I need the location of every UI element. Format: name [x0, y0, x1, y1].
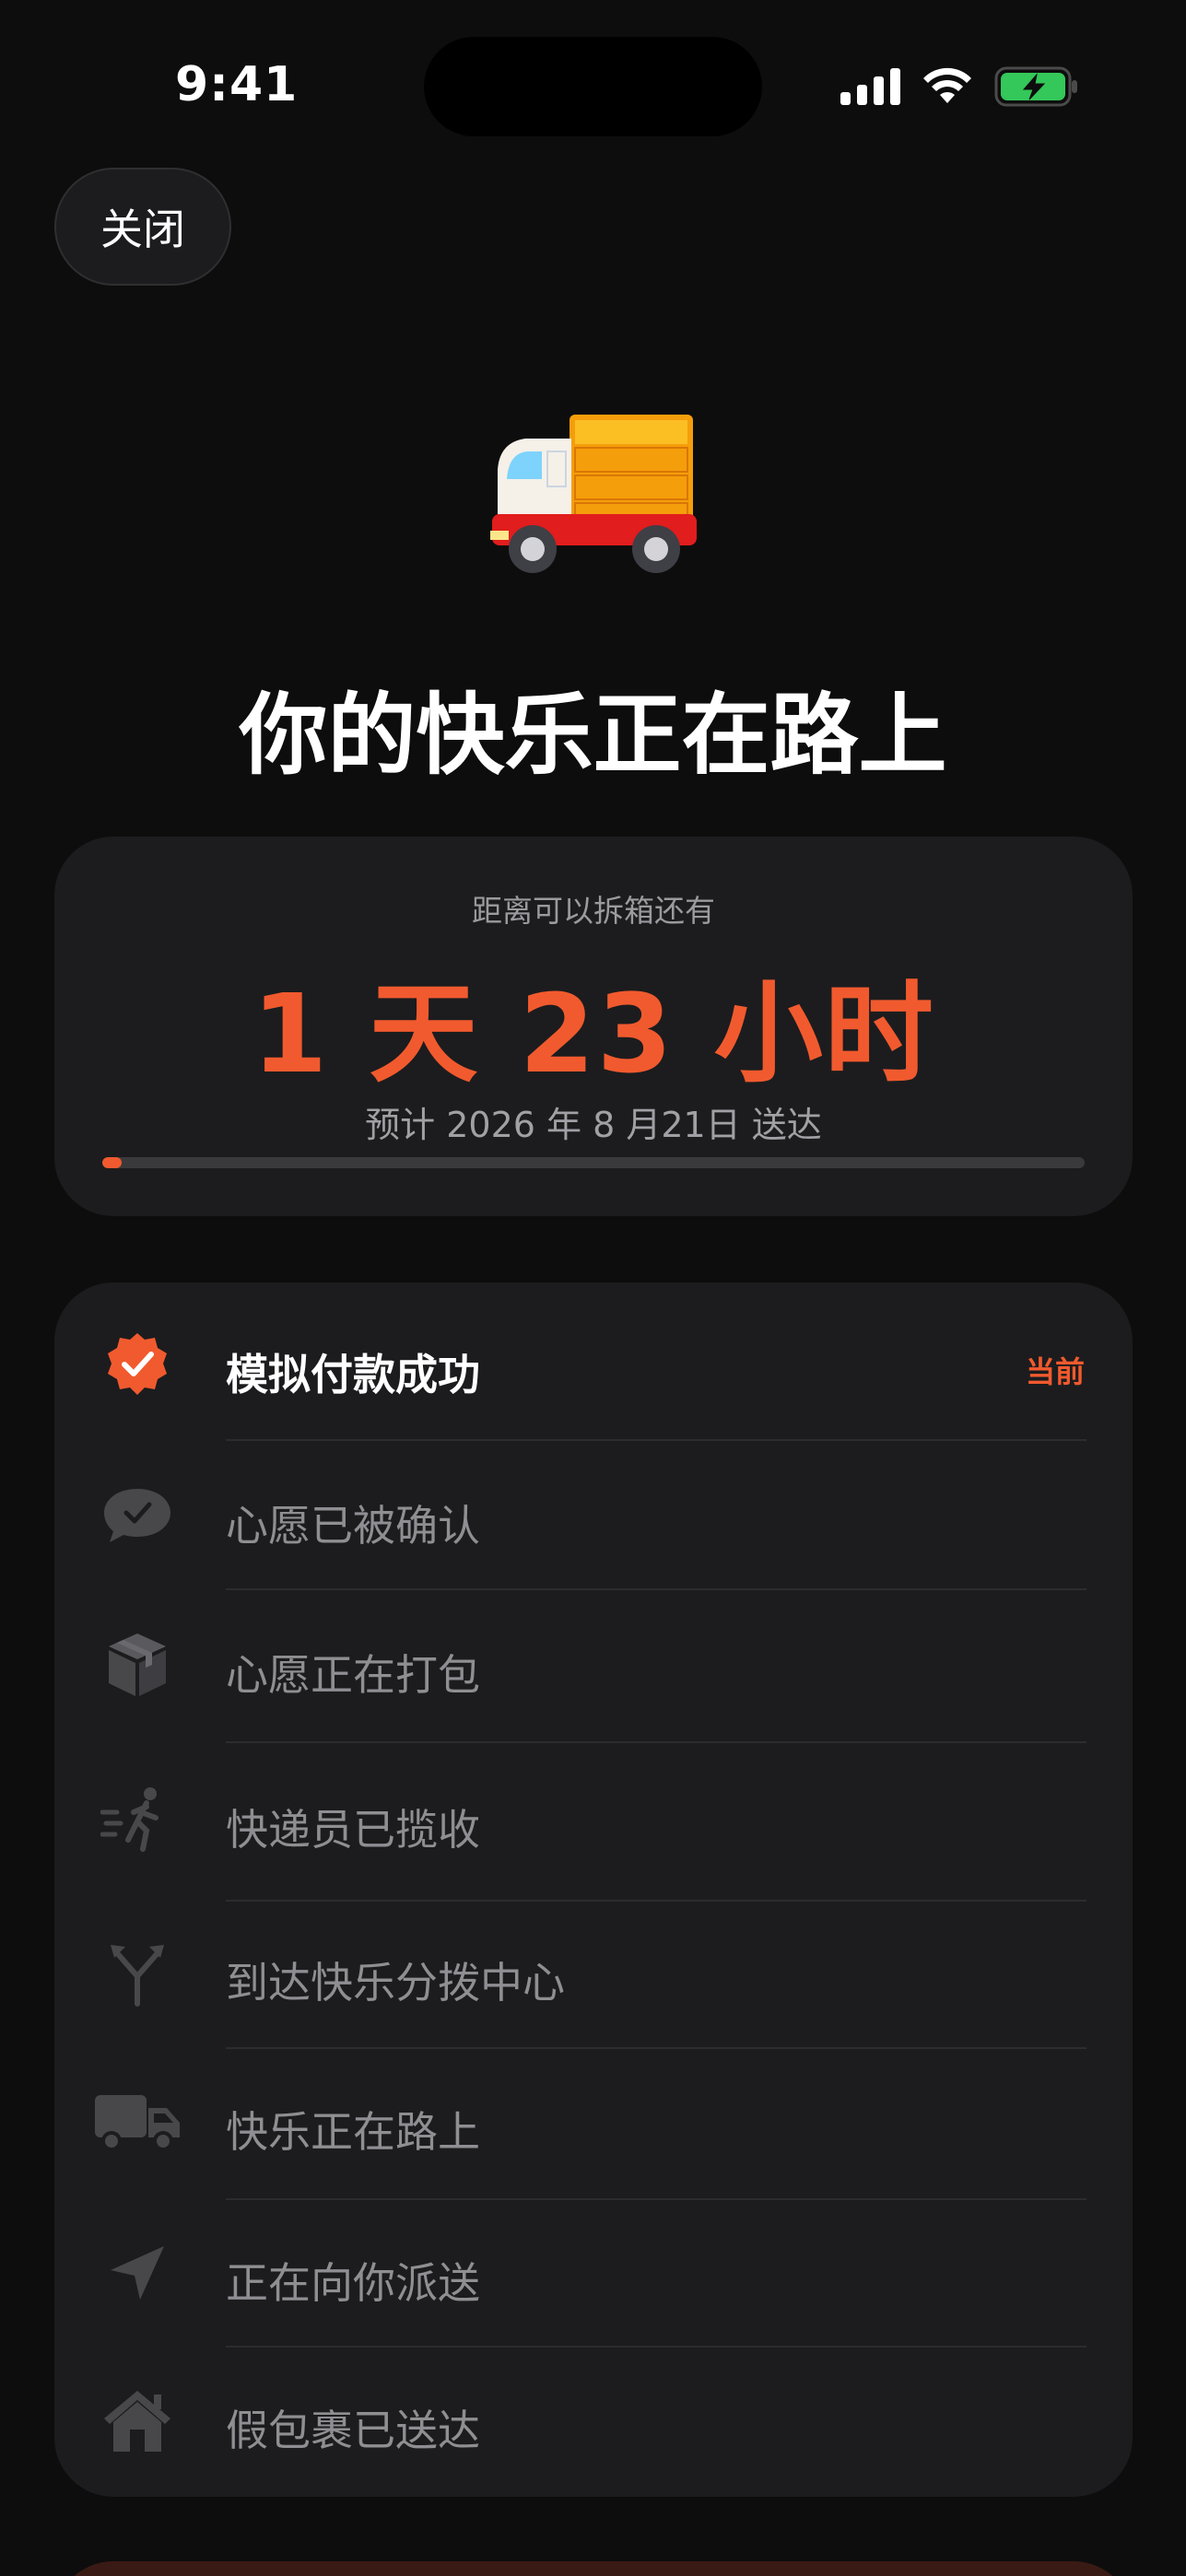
checkmark-seal-icon — [100, 1328, 174, 1401]
progress-bar — [102, 1157, 1085, 1168]
countdown-label: 距离可以拆箱还有 — [472, 893, 715, 929]
countdown-value: 1 天 23 小时 — [252, 970, 935, 1097]
close-button[interactable]: 关闭 — [54, 168, 231, 286]
dynamic-island — [424, 37, 762, 136]
divider — [226, 1741, 1086, 1743]
divider — [226, 1588, 1086, 1590]
step-wish-confirmed: 心愿已被确认 — [54, 1474, 1133, 1557]
page-title: 你的快乐正在路上 — [239, 684, 947, 787]
house-icon — [100, 2383, 174, 2457]
step-wish-packing: 心愿正在打包 — [54, 1623, 1133, 1706]
divider — [226, 2198, 1086, 2200]
step-out-for-delivery: 正在向你派送 — [54, 2231, 1133, 2314]
truck-icon — [93, 2085, 182, 2159]
estimated-delivery: 预计 2026 年 8 月21日 送达 — [365, 1105, 822, 1145]
bottom-card-peek — [54, 2561, 1133, 2576]
step-label: 正在向你派送 — [226, 2258, 480, 2308]
step-hub-arrival: 到达快乐分拨中心 — [54, 1931, 1133, 2014]
step-label: 模拟付款成功 — [226, 1350, 480, 1399]
step-label: 快乐正在路上 — [226, 2107, 480, 2157]
delivery-truck-illustration — [490, 415, 697, 573]
step-label: 心愿已被确认 — [226, 1501, 480, 1551]
divider — [226, 1900, 1086, 1902]
current-badge: 当前 — [1025, 1354, 1085, 1389]
divider — [226, 1439, 1086, 1441]
wifi-icon — [923, 67, 971, 103]
fork-arrow-icon — [100, 1936, 174, 2009]
step-label: 心愿正在打包 — [226, 1650, 480, 1700]
divider — [226, 2047, 1086, 2049]
step-label: 到达快乐分拨中心 — [226, 1958, 565, 2008]
step-on-the-way: 快乐正在路上 — [54, 2080, 1133, 2163]
message-check-icon — [100, 1479, 174, 1552]
running-person-icon — [100, 1783, 174, 1856]
progress-fill — [102, 1157, 123, 1168]
package-icon — [100, 1628, 174, 1702]
location-arrow-icon — [100, 2236, 174, 2310]
battery-charging-icon — [994, 66, 1077, 107]
step-payment-success: 模拟付款成功 当前 — [54, 1323, 1133, 1406]
step-label: 假包裹已送达 — [226, 2406, 480, 2455]
screen: 9:41 关闭 你的快乐正在路上 距离可以拆箱还有 1 天 23 小时 预计 2… — [0, 0, 1186, 2576]
divider — [226, 2346, 1086, 2348]
status-time: 9:41 — [175, 57, 299, 112]
step-courier-pickup: 快递员已揽收 — [54, 1778, 1133, 1861]
step-label: 快递员已揽收 — [226, 1805, 480, 1855]
step-delivered: 假包裹已送达 — [54, 2379, 1133, 2462]
tracking-steps-list: 模拟付款成功 当前 心愿已被确认 心愿正在打包 快递员已揽收 到达快乐分拨中心 … — [54, 1282, 1133, 2497]
cellular-signal-icon — [840, 68, 900, 105]
countdown-card: 距离可以拆箱还有 1 天 23 小时 预计 2026 年 8 月21日 送达 — [54, 837, 1133, 1216]
status-icons — [840, 63, 1079, 111]
